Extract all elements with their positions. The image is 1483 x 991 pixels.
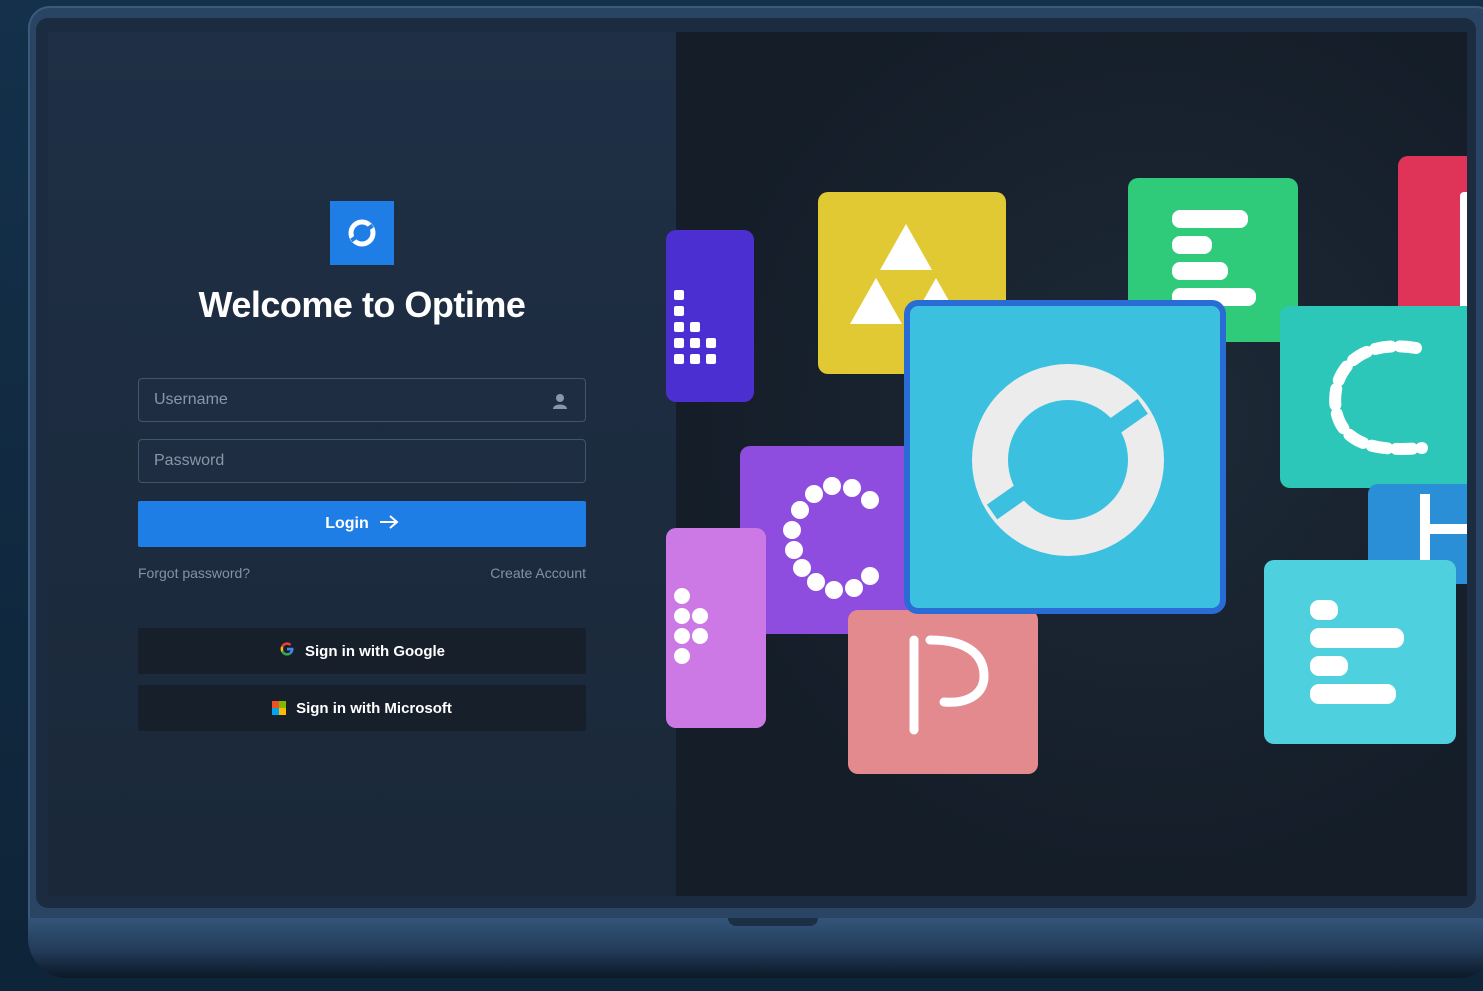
optime-logo-icon [330,201,394,265]
purple-grid-app-tile [666,230,754,402]
login-button[interactable]: Login [138,501,586,547]
google-signin-button[interactable]: Sign in with Google [138,628,586,674]
microsoft-signin-button[interactable]: Sign in with Microsoft [138,685,586,731]
page-title: Welcome to Optime [198,284,526,325]
optime-main-app-tile [904,300,1226,614]
arrow-right-icon [379,514,399,534]
login-screen: Welcome to Optime Login Forgot password? [48,32,1467,896]
cyan-bars-app-tile [1264,560,1456,744]
google-signin-label: Sign in with Google [305,642,445,660]
create-account-link[interactable]: Create Account [490,565,586,581]
password-input[interactable] [139,440,585,482]
google-logo-icon [279,641,295,661]
username-input[interactable] [139,379,585,421]
user-icon [551,392,569,415]
salmon-p-app-tile [848,610,1038,774]
login-label: Login [325,515,369,532]
username-field[interactable] [138,378,586,422]
login-panel: Welcome to Optime Login Forgot password? [48,32,676,896]
laptop-base [28,918,1483,978]
forgot-password-link[interactable]: Forgot password? [138,565,250,581]
laptop-notch [728,918,818,926]
microsoft-signin-label: Sign in with Microsoft [296,699,452,717]
app-icons-illustration [666,32,1467,896]
password-field[interactable] [138,439,586,483]
microsoft-logo-icon [272,701,287,715]
lilac-app-tile [666,528,766,728]
teal-dotted-arc-app-tile [1280,306,1467,488]
